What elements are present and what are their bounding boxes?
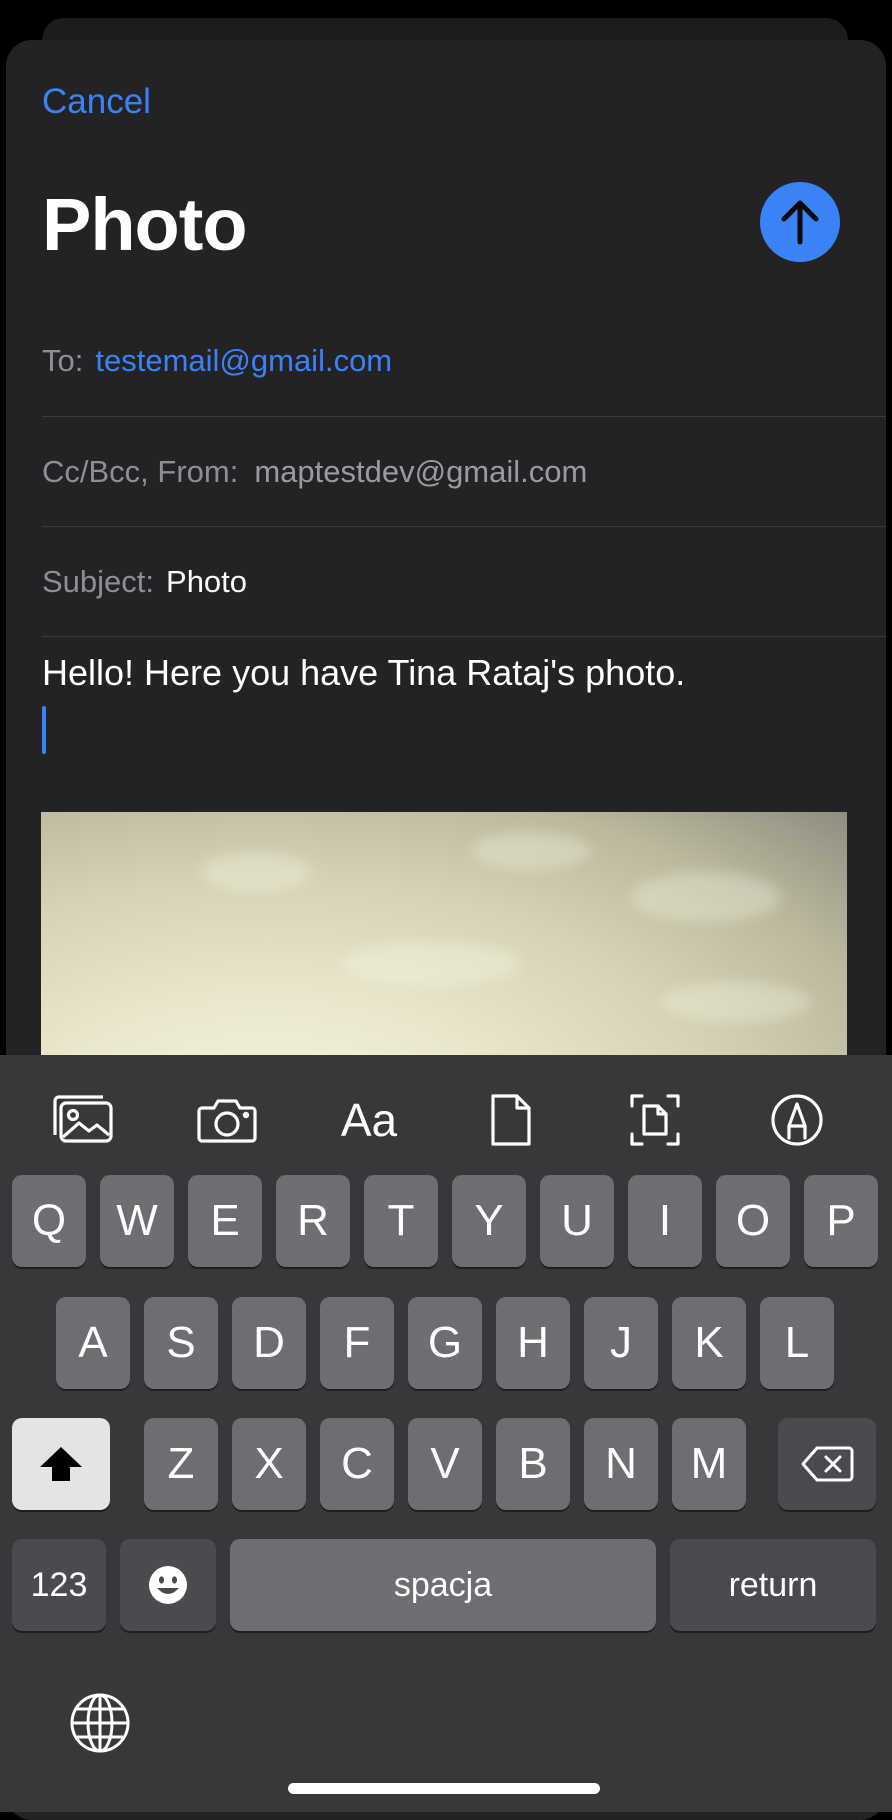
cloud [471,832,591,870]
scan-document-icon[interactable] [620,1085,690,1155]
to-field[interactable]: To: testemail@gmail.com [42,306,886,416]
key-t[interactable]: T [364,1175,438,1267]
key-w[interactable]: W [100,1175,174,1267]
return-key[interactable]: return [670,1539,876,1631]
numbers-key[interactable]: 123 [12,1539,106,1631]
ccbcc-from-field[interactable]: Cc/Bcc, From: maptestdev@gmail.com [42,417,886,527]
backspace-key[interactable] [778,1418,876,1510]
key-q[interactable]: Q [12,1175,86,1267]
key-x[interactable]: X [232,1418,306,1510]
key-n[interactable]: N [584,1418,658,1510]
key-y[interactable]: Y [452,1175,526,1267]
cloud [661,982,811,1022]
key-v[interactable]: V [408,1418,482,1510]
text-cursor [42,706,46,754]
keyboard: Aa Q W E R T Y U I O P A S D F G H J K L [0,1055,892,1812]
from-address[interactable]: maptestdev@gmail.com [254,454,587,490]
arrow-up-icon [781,200,819,245]
text-format-icon[interactable]: Aa [334,1085,404,1155]
key-k[interactable]: K [672,1297,746,1389]
key-f[interactable]: F [320,1297,394,1389]
key-g[interactable]: G [408,1297,482,1389]
photo-library-icon[interactable] [48,1085,118,1155]
ccbcc-from-label: Cc/Bcc, From: [42,454,239,489]
subject-field[interactable]: Subject: Photo [42,527,886,637]
key-l[interactable]: L [760,1297,834,1389]
to-label: To: [42,343,84,378]
key-h[interactable]: H [496,1297,570,1389]
compose-title: Photo [42,183,248,266]
to-recipient[interactable]: testemail@gmail.com [95,343,392,379]
key-a[interactable]: A [56,1297,130,1389]
key-c[interactable]: C [320,1418,394,1510]
send-button[interactable] [760,182,840,262]
document-icon[interactable] [476,1085,546,1155]
shift-arrow-icon [40,1447,82,1481]
key-p[interactable]: P [804,1175,878,1267]
key-e[interactable]: E [188,1175,262,1267]
key-m[interactable]: M [672,1418,746,1510]
camera-icon[interactable] [192,1085,262,1155]
key-j[interactable]: J [584,1297,658,1389]
key-s[interactable]: S [144,1297,218,1389]
emoji-key[interactable] [120,1539,216,1631]
divider [42,636,886,637]
attached-photo[interactable] [41,812,847,1072]
subject-label: Subject: [42,564,155,599]
subject-value[interactable]: Photo [166,564,247,600]
shift-key[interactable] [12,1418,110,1510]
message-body[interactable]: Hello! Here you have Tina Rataj's photo. [42,652,685,694]
key-z[interactable]: Z [144,1418,218,1510]
key-r[interactable]: R [276,1175,350,1267]
key-o[interactable]: O [716,1175,790,1267]
emoji-icon [149,1566,187,1604]
cloud [631,872,781,922]
home-indicator[interactable] [288,1783,600,1794]
globe-icon[interactable] [68,1691,132,1755]
cancel-button[interactable]: Cancel [42,82,151,122]
key-d[interactable]: D [232,1297,306,1389]
cloud [201,852,311,892]
key-b[interactable]: B [496,1418,570,1510]
backspace-icon [801,1446,854,1482]
markup-icon[interactable] [762,1085,832,1155]
key-u[interactable]: U [540,1175,614,1267]
key-i[interactable]: I [628,1175,702,1267]
cloud [341,942,521,986]
space-key[interactable]: spacja [230,1539,656,1631]
